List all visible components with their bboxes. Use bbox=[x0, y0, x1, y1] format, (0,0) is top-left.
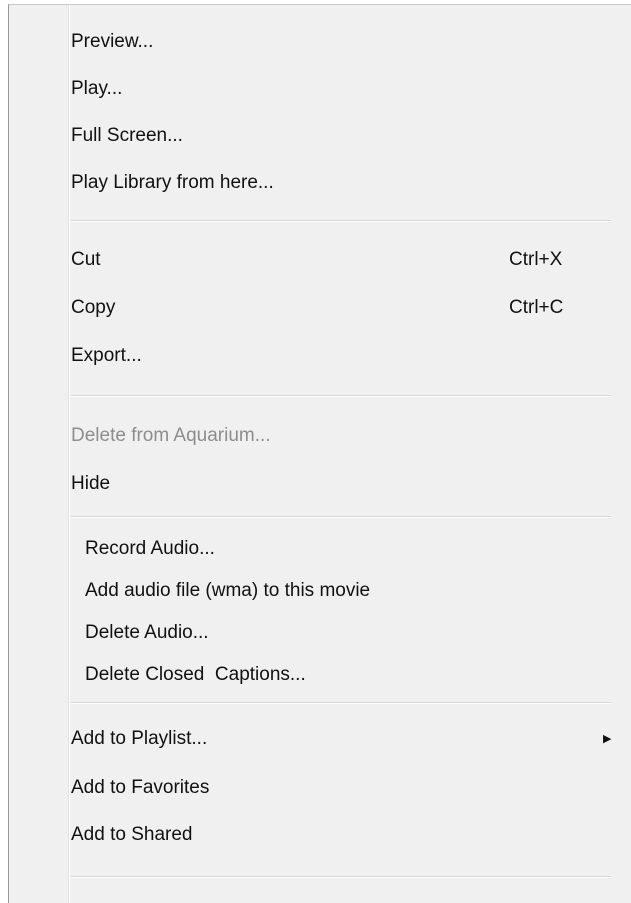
menu-item-label: Delete Audio... bbox=[85, 622, 209, 643]
menu-item-add-to-favorites[interactable]: Add to Favorites bbox=[71, 767, 611, 809]
menu-item-play-library[interactable]: Play Library from here... bbox=[71, 162, 611, 204]
menu-item-label: Play... bbox=[71, 78, 123, 99]
menu-item-preview[interactable]: Preview... bbox=[71, 21, 611, 63]
menu-item-label: Delete Closed Captions... bbox=[85, 664, 306, 685]
menu-separator bbox=[71, 516, 611, 518]
menu-icon-gutter bbox=[9, 5, 70, 903]
menu-item-hide[interactable]: Hide bbox=[71, 463, 611, 505]
menu-item-add-to-playlist[interactable]: Add to Playlist... ▶ bbox=[71, 718, 611, 760]
menu-item-full-screen[interactable]: Full Screen... bbox=[71, 115, 611, 157]
copy-shortcut: Ctrl+C bbox=[509, 297, 564, 318]
menu-item-add-audio-file[interactable]: Add audio file (wma) to this movie bbox=[85, 570, 625, 612]
menu-item-label: Full Screen... bbox=[71, 125, 183, 146]
menu-item-label: Hide bbox=[71, 473, 111, 494]
menu-item-delete-from-aquarium: Delete from Aquarium... bbox=[71, 415, 611, 457]
cut-shortcut: Ctrl+X bbox=[509, 249, 563, 270]
menu-item-add-to-shared[interactable]: Add to Shared bbox=[71, 814, 611, 856]
menu-item-record-audio[interactable]: Record Audio... bbox=[85, 528, 625, 570]
menu-item-label: Add audio file (wma) to this movie bbox=[85, 580, 371, 601]
menu-item-play[interactable]: Play... bbox=[71, 68, 611, 110]
menu-separator bbox=[71, 220, 611, 222]
menu-item-label: Preview... bbox=[71, 31, 154, 52]
menu-separator bbox=[71, 702, 611, 704]
menu-item-label: Copy bbox=[71, 297, 116, 318]
menu-item-export[interactable]: Export... bbox=[71, 335, 611, 377]
menu-item-label: Play Library from here... bbox=[71, 172, 274, 193]
menu-item-cut[interactable]: Cut Ctrl+X bbox=[71, 239, 611, 281]
menu-separator bbox=[71, 395, 611, 397]
menu-item-label: Cut bbox=[71, 249, 101, 270]
menu-item-label: Add to Shared bbox=[71, 824, 193, 845]
context-menu: Preview... Play... Full Screen... Play L… bbox=[8, 4, 631, 903]
menu-item-label: Record Audio... bbox=[85, 538, 215, 559]
menu-item-copy[interactable]: Copy Ctrl+C bbox=[71, 287, 611, 329]
menu-item-label: Delete from Aquarium... bbox=[71, 425, 271, 446]
menu-item-label: Add to Favorites bbox=[71, 777, 210, 798]
menu-item-delete-audio[interactable]: Delete Audio... bbox=[85, 612, 625, 654]
chevron-right-icon: ▶ bbox=[603, 733, 612, 745]
menu-item-delete-closed-captions[interactable]: Delete Closed Captions... bbox=[85, 654, 625, 696]
menu-item-label: Add to Playlist... bbox=[71, 728, 208, 749]
menu-separator bbox=[71, 876, 611, 878]
menu-item-label: Export... bbox=[71, 345, 142, 366]
